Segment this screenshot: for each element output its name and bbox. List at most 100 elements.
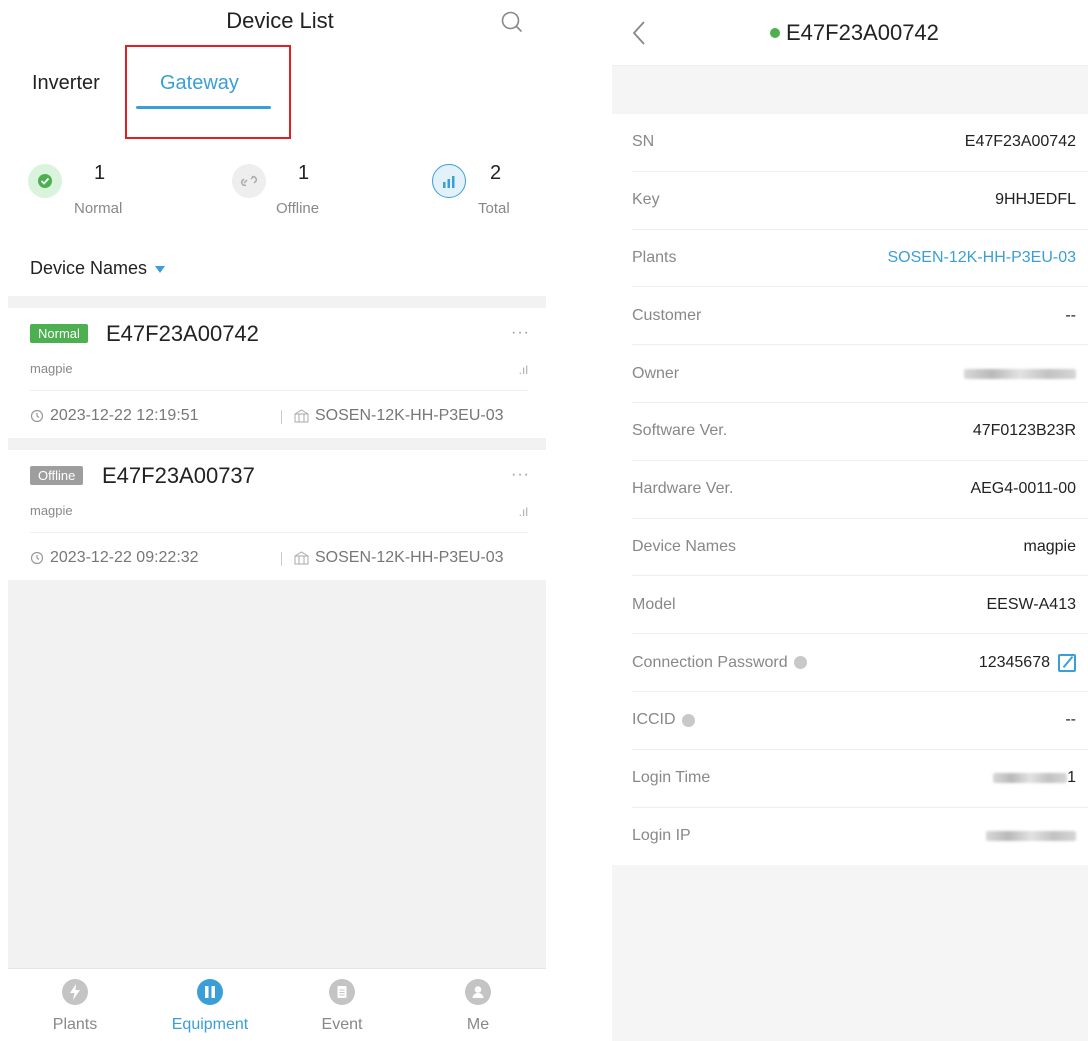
page-title: Device List bbox=[226, 8, 334, 33]
stat-label: Total bbox=[478, 200, 510, 217]
row-label-group: ICCID bbox=[632, 711, 695, 729]
device-sn: E47F23A00742 bbox=[106, 321, 259, 346]
info-icon[interactable] bbox=[793, 656, 807, 670]
equipment-icon bbox=[197, 979, 223, 1005]
empty-area bbox=[8, 580, 546, 968]
row-label: Owner bbox=[632, 364, 680, 382]
signal-icon: .ıl bbox=[518, 505, 528, 519]
check-circle-icon bbox=[28, 164, 62, 198]
filter-label: Device Names bbox=[30, 258, 148, 278]
caret-down-icon bbox=[155, 266, 166, 273]
clock-icon bbox=[30, 409, 44, 423]
annotation-highlight-box bbox=[125, 45, 291, 139]
device-card[interactable]: Normal E47F23A00742 ··· magpie .ıl 2023-… bbox=[8, 308, 546, 438]
row-value: E47F23A00742 bbox=[964, 133, 1076, 151]
device-card[interactable]: Offline E47F23A00737 ··· magpie .ıl 2023… bbox=[8, 450, 546, 580]
person-icon bbox=[465, 979, 491, 1005]
row-customer: Customer -- bbox=[632, 287, 1088, 346]
more-icon[interactable]: ··· bbox=[511, 466, 530, 484]
row-label: Connection Password bbox=[632, 653, 788, 671]
row-value: -- bbox=[1065, 306, 1076, 324]
separator bbox=[8, 296, 546, 308]
row-iccid: ICCID -- bbox=[632, 692, 1088, 750]
redacted-value bbox=[993, 773, 1068, 784]
back-icon[interactable] bbox=[630, 20, 648, 46]
separator bbox=[8, 438, 546, 450]
device-list-screen: Device List Inverter Gateway 1 Normal 1 … bbox=[0, 0, 546, 1041]
detail-title-text: E47F23A00742 bbox=[786, 20, 939, 45]
row-login-ip: Login IP bbox=[632, 808, 1088, 866]
signal-icon: .ıl bbox=[518, 363, 528, 377]
row-value: magpie bbox=[1023, 537, 1076, 555]
nav-event[interactable]: Event bbox=[292, 979, 392, 1034]
row-key: Key 9HHJEDFL bbox=[632, 172, 1088, 230]
device-time: 2023-12-22 12:19:51 bbox=[30, 407, 199, 425]
row-value: EESW-A413 bbox=[986, 595, 1076, 613]
plant-icon bbox=[294, 551, 309, 565]
vertical-divider bbox=[281, 410, 282, 424]
nav-equipment[interactable]: Equipment bbox=[160, 979, 260, 1034]
edit-icon[interactable] bbox=[1058, 653, 1076, 672]
row-software-ver: Software Ver. 47F0123B23R bbox=[632, 403, 1088, 461]
row-value: 1 bbox=[1067, 769, 1076, 787]
redacted-value bbox=[964, 368, 1076, 379]
plant-text: SOSEN-12K-HH-P3EU-03 bbox=[315, 407, 504, 424]
row-connection-password: Connection Password 12345678 bbox=[632, 634, 1088, 692]
lightning-icon bbox=[62, 979, 88, 1005]
detail-header: E47F23A00742 bbox=[612, 0, 1088, 66]
device-alias: magpie bbox=[30, 503, 73, 518]
redacted-value bbox=[986, 831, 1076, 842]
divider bbox=[30, 390, 528, 391]
row-model: Model EESW-A413 bbox=[632, 576, 1088, 635]
row-plants: Plants SOSEN-12K-HH-P3EU-03 bbox=[632, 230, 1088, 288]
chart-icon bbox=[432, 164, 466, 198]
tab-inverter[interactable]: Inverter bbox=[32, 72, 100, 95]
row-login-time: Login Time 1 bbox=[632, 750, 1088, 808]
time-text: 2023-12-22 09:22:32 bbox=[50, 549, 199, 566]
plant-text: SOSEN-12K-HH-P3EU-03 bbox=[315, 549, 504, 566]
time-text: 2023-12-22 12:19:51 bbox=[50, 407, 199, 424]
stat-label: Offline bbox=[276, 200, 320, 217]
status-badge: Normal bbox=[30, 324, 88, 343]
search-icon[interactable] bbox=[500, 10, 524, 34]
row-label: ICCID bbox=[632, 711, 676, 729]
row-owner: Owner bbox=[632, 345, 1088, 403]
stat-label: Normal bbox=[74, 200, 123, 217]
row-value: 12345678 bbox=[978, 653, 1050, 671]
row-value-blurred bbox=[964, 368, 1076, 379]
device-sn: E47F23A00737 bbox=[102, 463, 255, 488]
online-status-dot bbox=[770, 28, 780, 38]
detail-title: E47F23A00742 bbox=[770, 20, 939, 46]
row-label: Plants bbox=[632, 248, 677, 266]
device-plant: SOSEN-12K-HH-P3EU-03 bbox=[294, 549, 504, 567]
clock-icon bbox=[30, 551, 44, 565]
link-broken-icon bbox=[232, 164, 266, 198]
spacer bbox=[612, 66, 1088, 114]
row-label: Model bbox=[632, 595, 676, 613]
row-label: Hardware Ver. bbox=[632, 480, 734, 498]
more-icon[interactable]: ··· bbox=[511, 324, 530, 342]
row-sn: SN E47F23A00742 bbox=[632, 114, 1088, 172]
row-label: SN bbox=[632, 133, 655, 151]
info-icon[interactable] bbox=[681, 713, 695, 727]
device-names-filter[interactable]: Device Names bbox=[30, 258, 166, 279]
device-detail-screen: E47F23A00742 SN E47F23A00742 Key 9HHJEDF… bbox=[612, 0, 1088, 1041]
divider bbox=[30, 532, 528, 533]
plant-link[interactable]: SOSEN-12K-HH-P3EU-03 bbox=[888, 249, 1077, 267]
nav-plants[interactable]: Plants bbox=[25, 979, 125, 1034]
device-time: 2023-12-22 09:22:32 bbox=[30, 549, 199, 567]
vertical-divider bbox=[281, 552, 282, 566]
status-badge: Offline bbox=[30, 466, 84, 485]
row-label: Software Ver. bbox=[632, 422, 728, 440]
nav-me[interactable]: Me bbox=[428, 979, 528, 1034]
row-value: 9HHJEDFL bbox=[995, 191, 1076, 209]
device-alias: magpie bbox=[30, 361, 73, 376]
row-value: -- bbox=[1065, 711, 1076, 729]
stat-count: 1 bbox=[298, 162, 310, 184]
nav-label: Me bbox=[466, 1016, 490, 1033]
row-value: AEG4-0011-00 bbox=[970, 480, 1076, 498]
nav-label: Event bbox=[321, 1016, 363, 1033]
row-label: Customer bbox=[632, 306, 702, 324]
nav-label: Equipment bbox=[171, 1016, 249, 1033]
nav-label: Plants bbox=[52, 1016, 98, 1033]
